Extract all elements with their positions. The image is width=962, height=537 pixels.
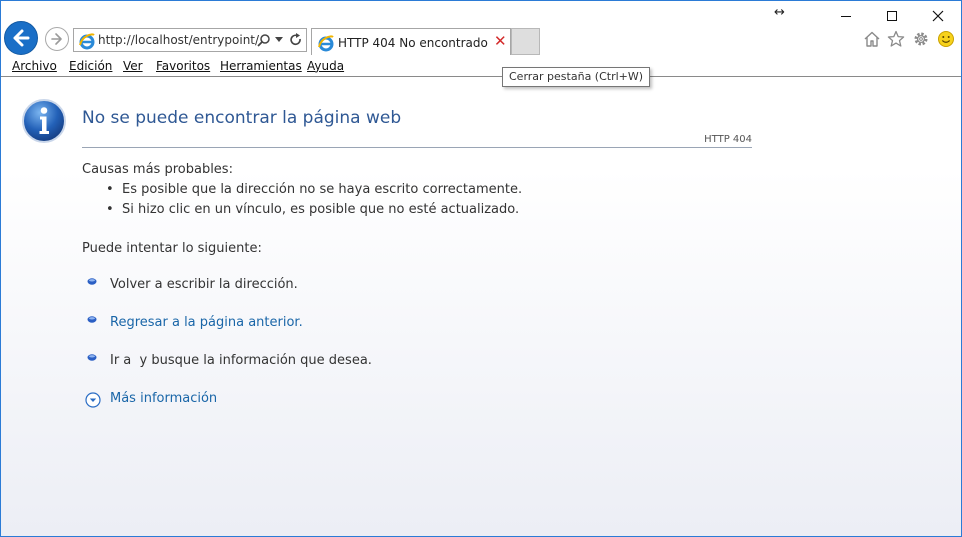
page-title: No se puede encontrar la página web bbox=[82, 108, 402, 128]
menu-bar: Archivo Edición Ver Favoritos Herramient… bbox=[1, 57, 961, 77]
close-icon bbox=[932, 10, 944, 22]
menu-ayuda[interactable]: Ayuda bbox=[307, 59, 344, 73]
more-info-link[interactable]: Más información bbox=[110, 391, 217, 406]
close-window-button[interactable] bbox=[915, 3, 961, 29]
forward-button[interactable] bbox=[45, 27, 69, 51]
menu-archivo[interactable]: Archivo bbox=[12, 59, 57, 73]
gear-icon[interactable] bbox=[912, 30, 930, 48]
blue-bullet-icon bbox=[87, 316, 97, 323]
bullet-dot-icon: • bbox=[106, 182, 114, 197]
browser-window: http://localhost/entrypoint/ HTTP 404 No… bbox=[0, 0, 962, 537]
forward-arrow-icon bbox=[51, 33, 62, 45]
info-icon bbox=[22, 99, 66, 143]
causes-heading: Causas más probables: bbox=[82, 162, 233, 177]
refresh-icon[interactable] bbox=[289, 33, 303, 47]
option-text: Volver a escribir la dirección. bbox=[110, 277, 298, 292]
title-divider bbox=[82, 147, 752, 148]
menu-favoritos[interactable]: Favoritos bbox=[156, 59, 210, 73]
star-icon[interactable] bbox=[887, 30, 905, 48]
bullet-dot-icon: • bbox=[106, 202, 114, 217]
resize-icon: ↔ bbox=[774, 5, 785, 20]
new-tab-button[interactable] bbox=[511, 28, 540, 55]
tab-title: HTTP 404 No encontrado bbox=[338, 36, 488, 50]
address-url[interactable]: http://localhost/entrypoint/ bbox=[98, 33, 259, 47]
cause-text: Si hizo clic en un vínculo, es posible q… bbox=[122, 202, 520, 217]
menu-ver[interactable]: Ver bbox=[123, 59, 143, 73]
blue-bullet-icon bbox=[87, 278, 97, 285]
back-arrow-icon bbox=[13, 29, 30, 47]
tab-active[interactable]: HTTP 404 No encontrado ✕ bbox=[311, 28, 511, 55]
blue-bullet-icon bbox=[87, 354, 97, 361]
maximize-button[interactable] bbox=[869, 3, 915, 29]
menu-herramientas[interactable]: Herramientas bbox=[220, 59, 302, 73]
menu-edicion[interactable]: Edición bbox=[69, 59, 112, 73]
navigation-bar: http://localhost/entrypoint/ HTTP 404 No… bbox=[1, 1, 961, 57]
back-button[interactable] bbox=[4, 21, 38, 55]
expand-chevron-icon[interactable] bbox=[85, 392, 101, 408]
search-icon[interactable] bbox=[257, 33, 271, 47]
minimize-icon bbox=[841, 16, 851, 17]
option-text: Ir a y busque la información que desea. bbox=[110, 353, 372, 368]
http-status-code: HTTP 404 bbox=[704, 134, 752, 145]
try-heading: Puede intentar lo siguiente: bbox=[82, 241, 262, 256]
cause-text: Es posible que la dirección no se haya e… bbox=[122, 182, 523, 197]
smiley-icon[interactable] bbox=[937, 30, 955, 48]
tab-close-icon[interactable]: ✕ bbox=[494, 33, 507, 49]
close-tab-tooltip: Cerrar pestaña (Ctrl+W) bbox=[502, 67, 651, 87]
home-icon[interactable] bbox=[863, 30, 881, 48]
ie-logo-icon bbox=[79, 33, 95, 50]
page-content: No se puede encontrar la página web HTTP… bbox=[1, 78, 961, 536]
minimize-button[interactable] bbox=[823, 3, 869, 29]
go-back-link[interactable]: Regresar a la página anterior. bbox=[110, 315, 303, 330]
tab-favicon-icon bbox=[318, 35, 334, 52]
dropdown-arrow-icon[interactable] bbox=[275, 37, 283, 43]
maximize-icon bbox=[887, 11, 897, 21]
address-bar[interactable]: http://localhost/entrypoint/ bbox=[73, 28, 307, 52]
